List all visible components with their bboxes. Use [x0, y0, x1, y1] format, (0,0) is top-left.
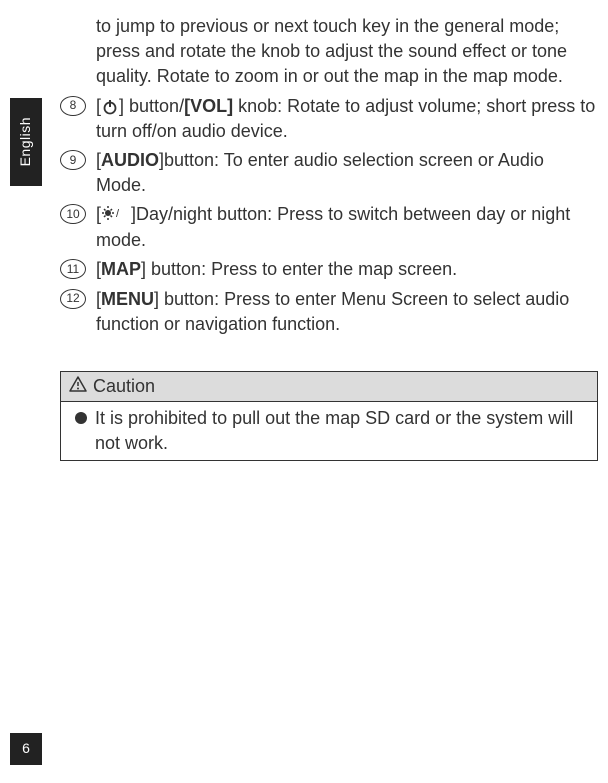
- item-marker: 12: [60, 289, 86, 309]
- caution-text: It is prohibited to pull out the map SD …: [95, 406, 589, 456]
- bullet-icon: [75, 412, 87, 424]
- caution-box: Caution It is prohibited to pull out the…: [60, 371, 598, 462]
- list-item: 8 [] button/[VOL] knob: Rotate to adjust…: [60, 94, 598, 144]
- item-text: [] button/[VOL] knob: Rotate to adjust v…: [96, 94, 598, 144]
- list-item: 9 [AUDIO]button: To enter audio selectio…: [60, 148, 598, 198]
- daynight-icon: /: [102, 203, 130, 228]
- item-text: [MAP] button: Press to enter the map scr…: [96, 257, 598, 282]
- language-label: English: [16, 117, 36, 166]
- power-icon: [102, 99, 118, 115]
- item-marker: 10: [60, 204, 86, 224]
- item-text: [AUDIO]button: To enter audio selection …: [96, 148, 598, 198]
- list-item: 12 [MENU] button: Press to enter Menu Sc…: [60, 287, 598, 337]
- item-marker: 8: [60, 96, 86, 116]
- list-item: 10 [/]Day/night button: Press to switch …: [60, 202, 598, 253]
- caution-body: It is prohibited to pull out the map SD …: [61, 402, 597, 460]
- item-text: [MENU] button: Press to enter Menu Scree…: [96, 287, 598, 337]
- svg-text:/: /: [116, 208, 120, 220]
- continuation-text: to jump to previous or next touch key in…: [60, 14, 598, 90]
- page-number: 6: [10, 733, 42, 765]
- warning-icon: [69, 374, 87, 399]
- caution-header: Caution: [61, 372, 597, 402]
- caution-label: Caution: [93, 374, 155, 399]
- item-text: [/]Day/night button: Press to switch bet…: [96, 202, 598, 253]
- item-marker: 9: [60, 150, 86, 170]
- language-tab: English: [10, 98, 42, 186]
- content-area: to jump to previous or next touch key in…: [0, 0, 608, 337]
- list-item: 11 [MAP] button: Press to enter the map …: [60, 257, 598, 282]
- item-marker: 11: [60, 259, 86, 279]
